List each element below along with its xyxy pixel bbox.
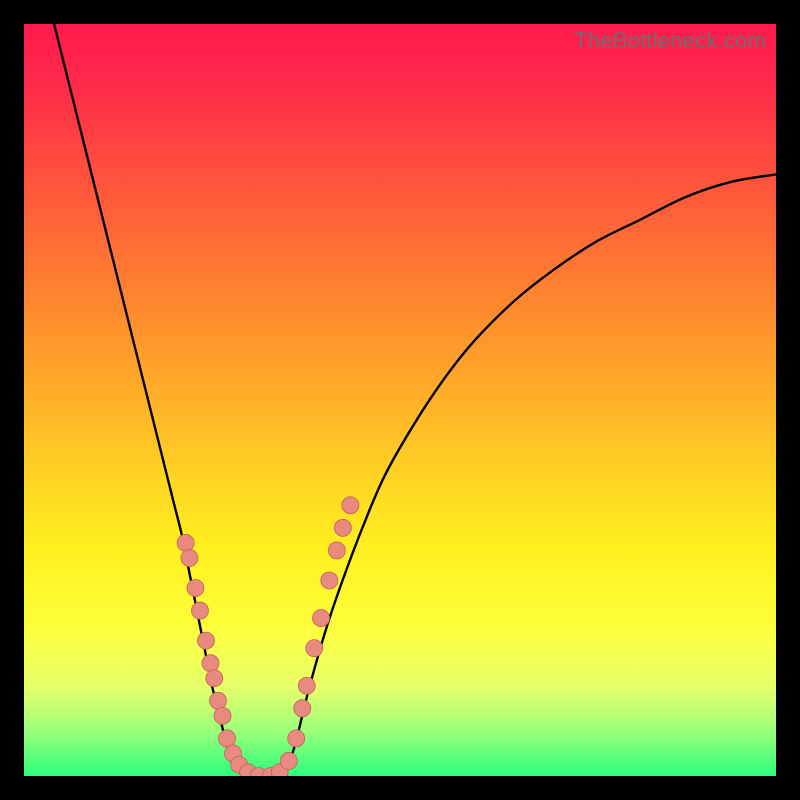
data-marker [342, 497, 359, 514]
data-marker [280, 752, 297, 769]
data-marker [321, 572, 338, 589]
curve-group [54, 24, 776, 776]
bottleneck-curve-plot [24, 24, 776, 776]
curve-right-branch [287, 174, 776, 768]
data-marker [334, 519, 351, 536]
data-marker [306, 640, 323, 657]
chart-area: TheBottleneck.com [24, 24, 776, 776]
data-marker [177, 534, 194, 551]
data-marker [187, 580, 204, 597]
data-marker [214, 707, 231, 724]
data-marker [181, 549, 198, 566]
data-marker [298, 677, 315, 694]
marker-group [177, 497, 359, 776]
data-marker [288, 730, 305, 747]
data-marker [210, 692, 227, 709]
data-marker [328, 542, 345, 559]
data-marker [197, 632, 214, 649]
data-marker [219, 730, 236, 747]
data-marker [206, 670, 223, 687]
data-marker [313, 610, 330, 627]
data-marker [294, 700, 311, 717]
data-marker [202, 655, 219, 672]
data-marker [191, 602, 208, 619]
